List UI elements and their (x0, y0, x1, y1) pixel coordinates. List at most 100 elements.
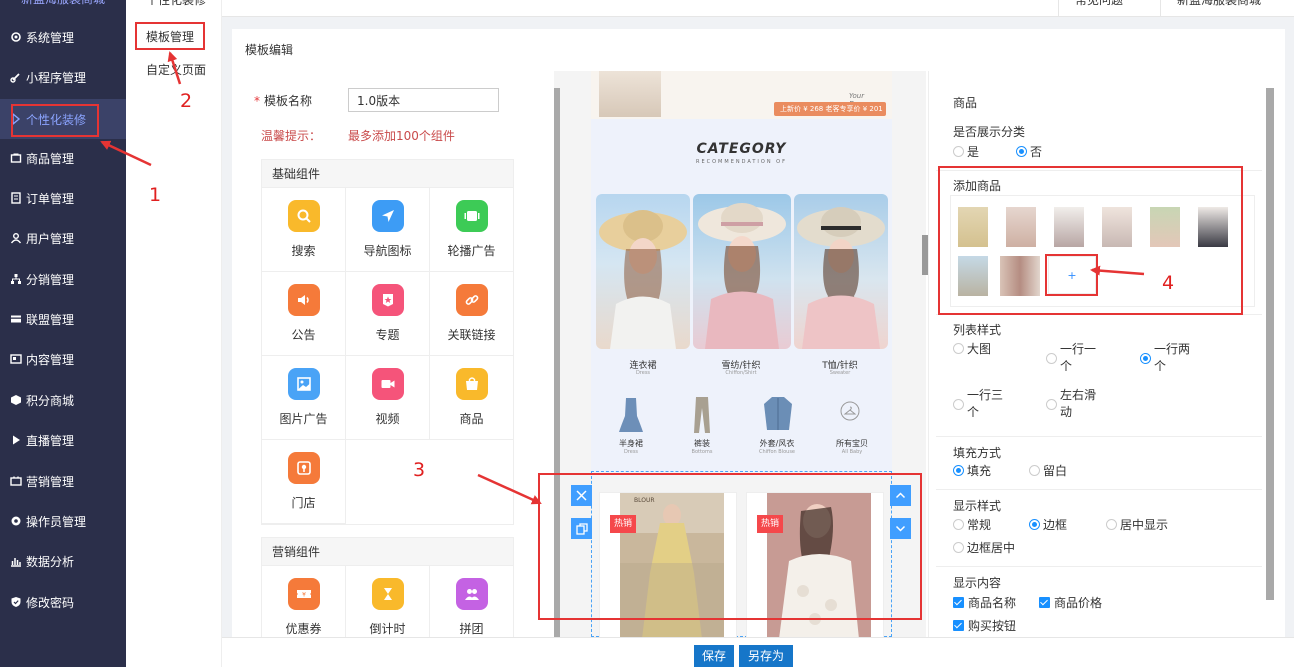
clothes-label: 半身裙 (619, 439, 643, 448)
goods-card[interactable]: 热销 (746, 492, 884, 638)
shield-icon (9, 596, 22, 609)
fill-radio[interactable]: 填充 (953, 463, 991, 480)
template-name-input[interactable] (348, 88, 499, 112)
show-category-label: 是否展示分类 (953, 125, 1026, 139)
display-border-center-radio[interactable]: 边框居中 (953, 540, 1015, 557)
faq-button[interactable]: 常见问题 (1058, 0, 1160, 16)
list-style-big-radio[interactable]: 大图 (953, 341, 991, 358)
marketing-icon (9, 475, 22, 488)
sidebar-item-operators[interactable]: 操作员管理 (0, 503, 126, 539)
goods-component-preview[interactable]: 热销 BLOUR 热销 (591, 471, 892, 638)
sidebar-item-goods[interactable]: 商品管理 (0, 140, 126, 176)
page-title: 模板编辑 (245, 43, 294, 57)
show-category-no-radio[interactable]: 否 (1016, 144, 1042, 161)
sidebar-item-label: 数据分析 (26, 554, 75, 569)
model-card-tshirt[interactable] (794, 194, 888, 349)
video-icon (371, 368, 404, 400)
sidebar-item-miniprogram[interactable]: 小程序管理 (0, 59, 126, 95)
goods-thumb[interactable] (1150, 207, 1180, 247)
sidebar-item-analytics[interactable]: 数据分析 (0, 543, 126, 579)
sidebar-item-system[interactable]: 系统管理 (0, 19, 126, 55)
goods-thumb[interactable] (958, 256, 988, 296)
price-tag: 上新价 ¥ 268 老客专享价 ¥ 201 (774, 102, 886, 116)
show-category-yes-radio[interactable]: 是 (953, 144, 979, 161)
save-button[interactable]: 保存 (694, 645, 734, 667)
banner-strip: Your Dress... 上新价 ¥ 268 老客专享价 ¥ 201 (591, 71, 892, 119)
sidebar-item-password[interactable]: 修改密码 (0, 584, 126, 620)
move-down-button[interactable] (890, 518, 911, 539)
sidebar-item-marketing[interactable]: 营销管理 (0, 463, 126, 499)
sidebar-item-content[interactable]: 内容管理 (0, 341, 126, 377)
list-style-two-radio[interactable]: 一行两个 (1140, 341, 1200, 375)
component-store[interactable]: 门店 (262, 440, 346, 524)
submenu-item-template[interactable]: 模板管理 (146, 28, 194, 45)
component-carousel[interactable]: 轮播广告 (430, 188, 514, 272)
list-style-one-radio[interactable]: 一行一个 (1046, 341, 1104, 375)
show-price-checkbox[interactable]: 商品价格 (1039, 594, 1102, 611)
component-image-ad[interactable]: 图片广告 (262, 356, 346, 440)
paint-icon (9, 113, 22, 126)
display-normal-radio[interactable]: 常规 (953, 517, 991, 534)
gear-icon (9, 31, 22, 44)
sidebar-item-label: 小程序管理 (26, 70, 87, 85)
sidebar-item-users[interactable]: 用户管理 (0, 220, 126, 256)
goods-thumb[interactable] (1000, 256, 1040, 296)
banner-image (599, 71, 661, 117)
blank-radio[interactable]: 留白 (1029, 463, 1067, 480)
show-buy-button-checkbox[interactable]: 购买按钮 (953, 617, 1016, 634)
divider (936, 314, 1262, 315)
sidebar-item-alliance[interactable]: 联盟管理 (0, 301, 126, 337)
goods-thumb[interactable] (1054, 207, 1084, 247)
component-topic[interactable]: 专题 (346, 272, 430, 356)
list-style-slide-radio[interactable]: 左右滑动 (1046, 387, 1104, 421)
store-button[interactable]: 新蓝海服装商城 (1160, 0, 1294, 16)
save-as-button[interactable]: 另存为 (739, 645, 793, 667)
copy-component-button[interactable] (571, 518, 592, 539)
goods-card[interactable]: 热销 BLOUR (599, 492, 737, 638)
component-link[interactable]: 关联链接 (430, 272, 514, 356)
copy-icon (575, 522, 588, 535)
goods-thumb[interactable] (1198, 207, 1228, 247)
component-nav-icons[interactable]: 导航图标 (346, 188, 430, 272)
model-sub: Sweater (829, 370, 851, 376)
clothes-sub: Chiffon Blouse (758, 449, 796, 455)
user-icon (9, 232, 22, 245)
display-center-radio[interactable]: 居中显示 (1106, 517, 1168, 534)
link-icon (9, 71, 22, 84)
add-goods-button[interactable]: + (1048, 256, 1096, 294)
store-pin-icon (287, 452, 320, 484)
model-card-chiffon[interactable] (693, 194, 791, 349)
sidebar-item-label: 修改密码 (26, 595, 75, 610)
delete-component-button[interactable] (571, 485, 592, 506)
preview-scrollbar[interactable] (554, 88, 560, 637)
component-search[interactable]: 搜索 (262, 188, 346, 272)
sidebar-item-points-mall[interactable]: 积分商城 (0, 382, 126, 418)
speaker-icon (287, 284, 320, 316)
clothes-sub: Dress (623, 449, 639, 455)
settings-section-title: 商品 (953, 96, 978, 110)
sidebar-item-live[interactable]: 直播管理 (0, 422, 126, 458)
component-goods[interactable]: 商品 (430, 356, 514, 440)
component-notice[interactable]: 公告 (262, 272, 346, 356)
sidebar-item-orders[interactable]: 订单管理 (0, 180, 126, 216)
annotation-number-1: 1 (149, 184, 162, 206)
goods-thumb[interactable] (958, 207, 988, 247)
sidebar-item-decoration[interactable]: 个性化装修 (0, 99, 126, 139)
group-title: 营销组件 (262, 538, 513, 566)
sidebar-item-distribution[interactable]: 分销管理 (0, 261, 126, 297)
skirt-image (619, 398, 643, 432)
submenu-item-custom-page[interactable]: 自定义页面 (146, 61, 206, 78)
goods-thumb[interactable] (1006, 207, 1036, 247)
move-up-button[interactable] (890, 485, 911, 506)
display-border-radio[interactable]: 边框 (1029, 517, 1067, 534)
model-card-dress[interactable] (596, 194, 690, 349)
goods-thumb[interactable] (1102, 207, 1132, 247)
show-name-checkbox[interactable]: 商品名称 (953, 594, 1016, 611)
basic-components-group: 基础组件 搜索 导航图标 轮播广告 公告 专题 关联链接 图片广告 视频 商品 … (261, 159, 514, 525)
settings-scrollbar[interactable] (1266, 88, 1274, 600)
points-icon (9, 394, 22, 407)
carousel-icon (455, 200, 488, 232)
list-style-three-radio[interactable]: 一行三个 (953, 387, 1013, 421)
component-video[interactable]: 视频 (346, 356, 430, 440)
topic-icon (371, 284, 404, 316)
